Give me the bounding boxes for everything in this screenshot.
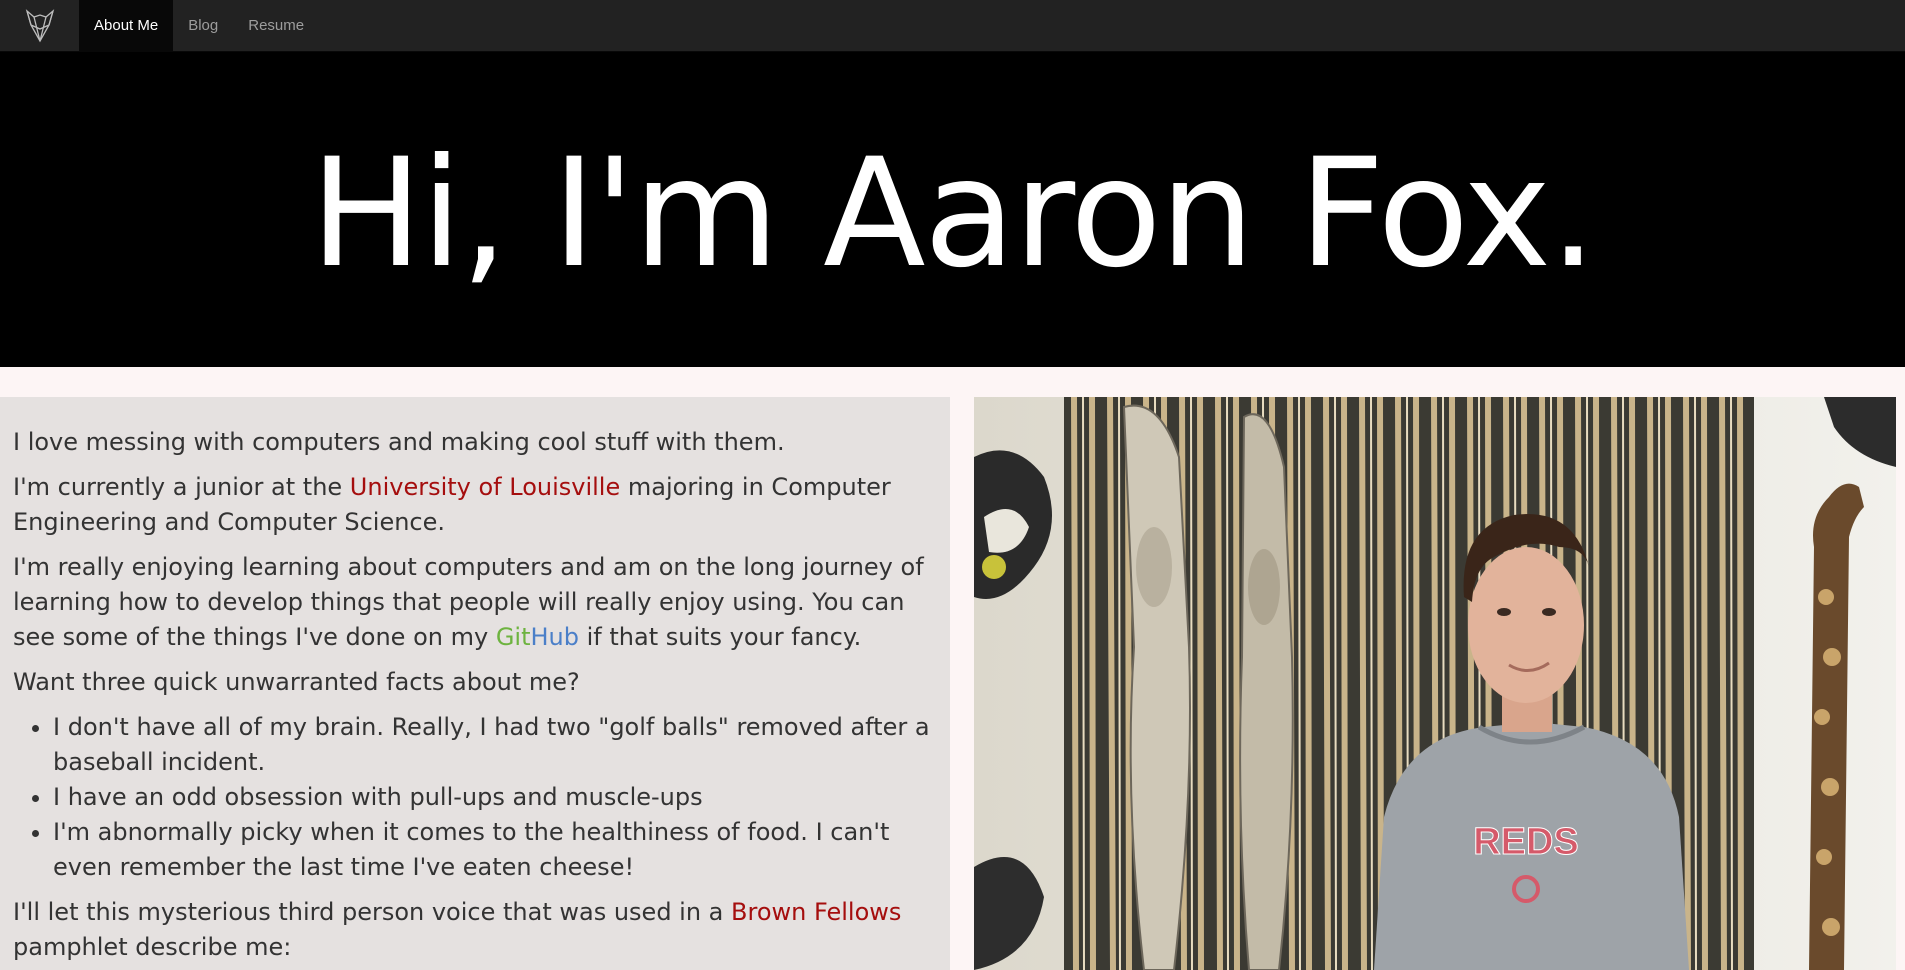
fox-logo-icon[interactable]	[0, 0, 79, 52]
list-item: I have an odd obsession with pull-ups an…	[53, 780, 937, 815]
facts-list: I don't have all of my brain. Really, I …	[53, 710, 937, 885]
nav-about-me[interactable]: About Me	[79, 0, 174, 51]
university-link[interactable]: University of Louisville	[350, 473, 620, 501]
about-paragraph-1: I love messing with computers and making…	[13, 428, 785, 456]
text: if that suits your fancy.	[579, 623, 862, 651]
nav-resume[interactable]: Resume	[233, 0, 319, 51]
github-link-hub[interactable]: Hub	[531, 623, 580, 651]
profile-photo-illustration: REDS	[974, 397, 1896, 970]
hero-banner: Hi, I'm Aaron Fox.	[0, 52, 1905, 367]
github-link[interactable]: GitHub	[496, 623, 579, 651]
github-link-git[interactable]: Git	[496, 623, 531, 651]
profile-photo: REDS	[974, 397, 1896, 970]
about-panel: I love messing with computers and making…	[0, 397, 950, 970]
nav-blog[interactable]: Blog	[173, 0, 233, 51]
about-paragraph-2: I'm currently a junior at the University…	[13, 470, 937, 540]
text: I'm currently a junior at the	[13, 473, 350, 501]
about-paragraph-3: I'm really enjoying learning about compu…	[13, 550, 937, 655]
shirt-text: REDS	[1473, 821, 1579, 863]
text: pamphlet describe me:	[13, 933, 292, 961]
brown-fellows-link[interactable]: Brown Fellows	[731, 898, 901, 926]
list-item: I don't have all of my brain. Really, I …	[53, 710, 937, 780]
hero-title: Hi, I'm Aaron Fox.	[309, 126, 1597, 301]
list-item: I'm abnormally picky when it comes to th…	[53, 815, 937, 885]
about-paragraph-4: Want three quick unwarranted facts about…	[13, 668, 580, 696]
text: I'll let this mysterious third person vo…	[13, 898, 732, 926]
navbar: About Me Blog Resume	[0, 0, 1905, 52]
about-paragraph-5: I'll let this mysterious third person vo…	[13, 895, 937, 965]
